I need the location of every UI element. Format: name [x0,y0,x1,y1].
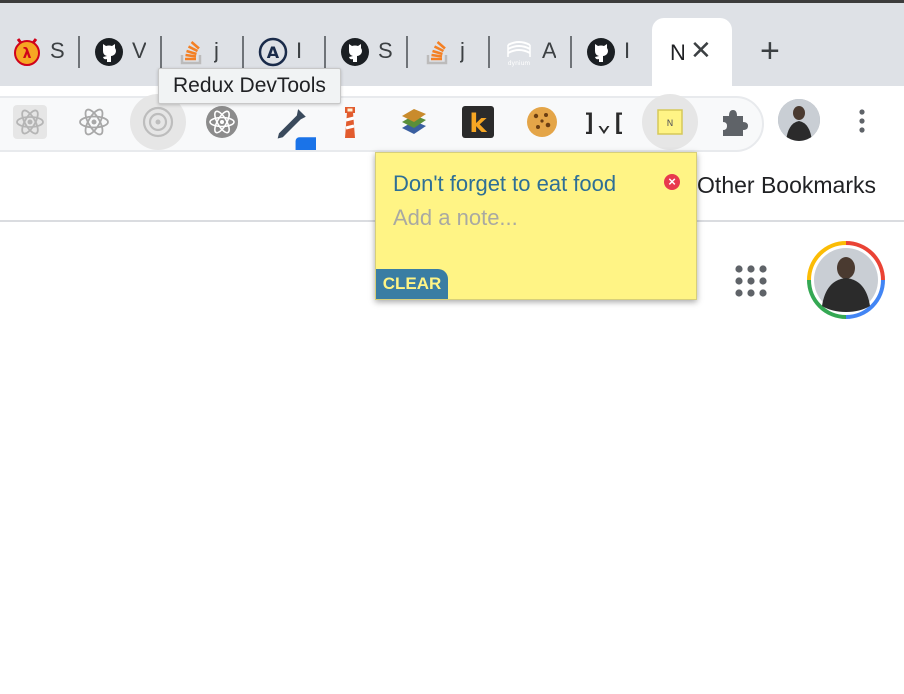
react-devtools-icon[interactable] [12,104,48,140]
profile-avatar[interactable] [778,99,820,141]
tab-title: j [214,38,219,63]
menu-kebab-icon[interactable] [850,106,874,136]
tab-title: V [132,38,146,63]
tab-separator [242,36,244,68]
sticky-note-icon[interactable]: N [642,94,698,150]
tab-8[interactable]: I [574,24,654,80]
tab-separator [406,36,408,68]
puzzle-icon[interactable] [716,104,752,140]
stackoverflow-icon [426,41,448,65]
tab-separator [160,36,162,68]
tab-1[interactable]: λ S [0,24,80,80]
svg-text:λ: λ [23,46,32,62]
react-icon[interactable] [76,104,112,140]
github-icon [587,38,615,66]
toolbar: k ]⌄[ N [0,86,904,161]
tab-6[interactable]: j [410,24,490,80]
tab-separator [570,36,572,68]
lighthouse-icon[interactable] [332,104,368,140]
other-bookmarks[interactable]: Other Bookmarks [697,172,876,199]
stackoverflow-icon [180,41,202,65]
tab-7[interactable]: dynium A [492,24,572,80]
new-tab-button[interactable]: + [760,34,780,68]
delete-note-icon[interactable]: × [664,174,680,190]
github-icon [341,38,369,66]
tab-separator [488,36,490,68]
bracket-icon-glyph: ]⌄[ [586,109,622,137]
tab-title: I [296,38,303,63]
stack-books-icon[interactable] [396,104,432,140]
tab-title: j [460,38,465,63]
note-item[interactable]: Don't forget to eat food [393,171,616,197]
tab-2[interactable]: V [82,24,162,80]
add-note-input[interactable] [393,205,673,231]
google-account-avatar[interactable] [806,240,886,320]
eyedropper-icon[interactable] [270,104,324,161]
tab-separator [324,36,326,68]
tab-title: I [624,38,631,63]
react-alt-icon[interactable] [204,104,240,140]
apollo-icon: A [258,37,288,67]
tab-title: A [542,38,556,63]
k-icon-glyph: k [469,109,487,139]
window-top-border [0,0,904,3]
cookie-icon[interactable] [524,104,560,140]
tab-strip: λ S V j A I S j dynium A I N ✕ + [0,0,904,86]
bracket-icon[interactable]: ]⌄[ [582,104,625,140]
github-icon [95,38,123,66]
dynium-label: dynium [508,60,531,67]
tab-title: S [378,38,392,63]
svg-text:A: A [267,43,280,62]
tab-title: N [670,40,684,65]
k-icon[interactable]: k [460,104,496,140]
clear-button[interactable]: CLEAR [376,269,448,299]
dynium-icon: dynium [507,41,531,67]
svg-text:N: N [667,119,674,129]
lambda-icon: λ [14,38,40,66]
sticky-note-popup: Don't forget to eat food × CLEAR [375,152,697,300]
tooltip: Redux DevTools [158,68,341,104]
tab-active[interactable]: N ✕ [652,18,732,86]
google-apps-icon[interactable] [734,264,768,298]
tab-separator [78,36,80,68]
tab-title: S [50,38,64,63]
close-tab-icon[interactable]: ✕ [690,37,712,63]
